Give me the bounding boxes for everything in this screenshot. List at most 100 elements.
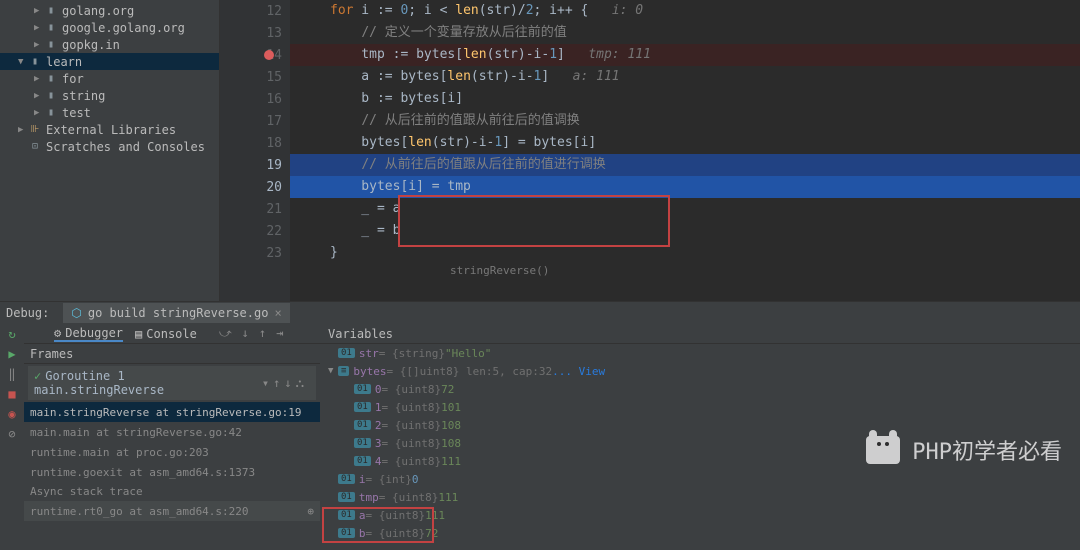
view-breakpoints-button[interactable]: ◉ xyxy=(4,406,20,422)
highlight-box-code xyxy=(398,195,670,247)
variable-item[interactable]: 012 = {uint8} 108 xyxy=(320,416,1080,434)
tree-item[interactable]: ▶▮for xyxy=(0,70,219,87)
pause-button[interactable]: ‖ xyxy=(4,366,20,382)
step-into-button[interactable]: ↓ xyxy=(242,326,249,341)
type-badge-icon: 01 xyxy=(354,402,371,412)
step-over-button[interactable]: ⤻ xyxy=(219,326,232,341)
variable-item[interactable]: 01str = {string} "Hello" xyxy=(320,344,1080,362)
filter-icon[interactable]: ⛬ xyxy=(296,376,304,391)
code-line[interactable]: tmp := bytes[len(str)-i-1] tmp: 111 xyxy=(290,44,1080,66)
type-badge-icon: 01 xyxy=(338,348,355,358)
type-badge-icon: 01 xyxy=(354,456,371,466)
link-icon: ⊕ xyxy=(307,505,314,518)
nav-down-icon[interactable]: ↓ xyxy=(284,376,291,391)
gutter-line[interactable]: 13 xyxy=(220,22,290,44)
type-badge-icon: 01 xyxy=(338,492,355,502)
tree-item[interactable]: ▶▮google.golang.org xyxy=(0,19,219,36)
run-to-cursor-button[interactable]: ⇥ xyxy=(276,326,283,341)
resume-button[interactable]: ▶ xyxy=(4,346,20,362)
variable-item[interactable]: 01tmp = {uint8} 111 xyxy=(320,488,1080,506)
type-badge-icon: ≡ xyxy=(338,366,349,376)
step-out-button[interactable]: ↑ xyxy=(259,326,266,341)
gutter-line[interactable]: 22 xyxy=(220,220,290,242)
breakpoint-icon[interactable] xyxy=(264,50,274,60)
wechat-icon xyxy=(866,436,900,464)
variable-item[interactable]: 010 = {uint8} 72 xyxy=(320,380,1080,398)
mute-breakpoints-button[interactable]: ⊘ xyxy=(4,426,20,442)
frame-item[interactable]: runtime.goexit at asm_amd64.s:1373 xyxy=(24,462,320,482)
gutter-line[interactable]: 17 xyxy=(220,110,290,132)
stop-button[interactable]: ■ xyxy=(4,386,20,402)
debug-panel: Debug: ⬡ go build stringReverse.go × ↻ ▶… xyxy=(0,301,1080,550)
gutter-line[interactable]: 14 xyxy=(220,44,290,66)
debug-run-tab[interactable]: ⬡ go build stringReverse.go × xyxy=(63,303,289,323)
folder-icon: ▮ xyxy=(44,22,58,33)
debug-label: Debug: xyxy=(6,306,49,320)
variable-item[interactable]: ▼≡bytes = {[]uint8} len:5, cap:32 ... Vi… xyxy=(320,362,1080,380)
frame-item[interactable]: runtime.rt0_go at asm_amd64.s:220⊕ xyxy=(24,501,320,521)
type-badge-icon: 01 xyxy=(354,420,371,430)
code-line[interactable]: // 定义一个变量存放从后往前的值 xyxy=(290,22,1080,44)
gutter-line[interactable]: 19 xyxy=(220,154,290,176)
gutter-line[interactable]: 18 xyxy=(220,132,290,154)
nav-up-icon[interactable]: ↑ xyxy=(273,376,280,391)
variable-item[interactable]: 011 = {uint8} 101 xyxy=(320,398,1080,416)
type-badge-icon: 01 xyxy=(354,384,371,394)
async-trace-label: Async stack trace xyxy=(24,482,320,501)
frame-item[interactable]: main.stringReverse at stringReverse.go:1… xyxy=(24,402,320,422)
tree-item[interactable]: ▶▮golang.org xyxy=(0,2,219,19)
type-badge-icon: 01 xyxy=(338,474,355,484)
go-icon: ⬡ xyxy=(71,306,81,320)
close-icon[interactable]: × xyxy=(274,306,281,320)
tree-item[interactable]: ▶▮gopkg.in xyxy=(0,36,219,53)
debug-controls: ↻ ▶ ‖ ■ ◉ ⊘ xyxy=(0,324,24,550)
project-tree[interactable]: ▶▮golang.org▶▮google.golang.org▶▮gopkg.i… xyxy=(0,0,220,301)
gutter-line[interactable]: 23 xyxy=(220,242,290,264)
gutter-line[interactable]: 21 xyxy=(220,198,290,220)
code-line[interactable]: // 从前往后的值跟从后往前的值进行调换 xyxy=(290,154,1080,176)
frame-item[interactable]: main.main at stringReverse.go:42 xyxy=(24,422,320,442)
function-breadcrumb: stringReverse() xyxy=(290,264,1080,280)
code-line[interactable]: a := bytes[len(str)-i-1] a: 111 xyxy=(290,66,1080,88)
scratches-consoles[interactable]: ⊡Scratches and Consoles xyxy=(0,138,219,155)
goroutine-selector[interactable]: ✓Goroutine 1 main.stringReverse ▾↑↓⛬ xyxy=(28,366,316,400)
code-line[interactable]: // 从后往前的值跟从前往后的值调换 xyxy=(290,110,1080,132)
folder-icon: ▮ xyxy=(44,107,58,118)
frame-item[interactable]: runtime.main at proc.go:203 xyxy=(24,442,320,462)
variable-item[interactable]: 01a = {uint8} 111 xyxy=(320,506,1080,524)
debugger-tab[interactable]: ⚙Debugger xyxy=(54,326,123,342)
variables-header: Variables xyxy=(320,324,1080,344)
library-icon: ⊪ xyxy=(28,124,42,135)
type-badge-icon: 01 xyxy=(354,438,371,448)
folder-icon: ▮ xyxy=(44,5,58,16)
tree-item[interactable]: ▶▮string xyxy=(0,87,219,104)
scratch-icon: ⊡ xyxy=(28,141,42,152)
variable-item[interactable]: 01b = {uint8} 72 xyxy=(320,524,1080,542)
folder-icon: ▮ xyxy=(44,90,58,101)
code-line[interactable]: b := bytes[i] xyxy=(290,88,1080,110)
folder-icon: ▮ xyxy=(28,56,42,67)
code-line[interactable]: for i := 0; i < len(str)/2; i++ { i: 0 xyxy=(290,0,1080,22)
gutter[interactable]: 121314151617181920212223 xyxy=(220,0,290,301)
highlight-box-vars xyxy=(322,507,434,543)
folder-icon: ▮ xyxy=(44,73,58,84)
rerun-button[interactable]: ↻ xyxy=(4,326,20,342)
gutter-line[interactable]: 12 xyxy=(220,0,290,22)
tree-item[interactable]: ▼▮learn xyxy=(0,53,219,70)
watermark: PHP初学者必看 xyxy=(866,434,1062,466)
frames-header: Frames xyxy=(24,344,320,364)
gutter-line[interactable]: 20 xyxy=(220,176,290,198)
view-link[interactable]: ... View xyxy=(552,365,605,378)
console-icon: ▤ xyxy=(135,327,142,341)
folder-icon: ▮ xyxy=(44,39,58,50)
code-line[interactable]: bytes[len(str)-i-1] = bytes[i] xyxy=(290,132,1080,154)
console-tab[interactable]: ▤Console xyxy=(135,327,197,341)
code-editor[interactable]: for i := 0; i < len(str)/2; i++ { i: 0 /… xyxy=(290,0,1080,301)
variable-item[interactable]: 01i = {int} 0 xyxy=(320,470,1080,488)
gutter-line[interactable]: 15 xyxy=(220,66,290,88)
external-libraries[interactable]: ▶⊪External Libraries xyxy=(0,121,219,138)
tree-item[interactable]: ▶▮test xyxy=(0,104,219,121)
bug-icon: ⚙ xyxy=(54,326,61,340)
gutter-line[interactable]: 16 xyxy=(220,88,290,110)
chevron-down-icon[interactable]: ▾ xyxy=(262,376,269,391)
